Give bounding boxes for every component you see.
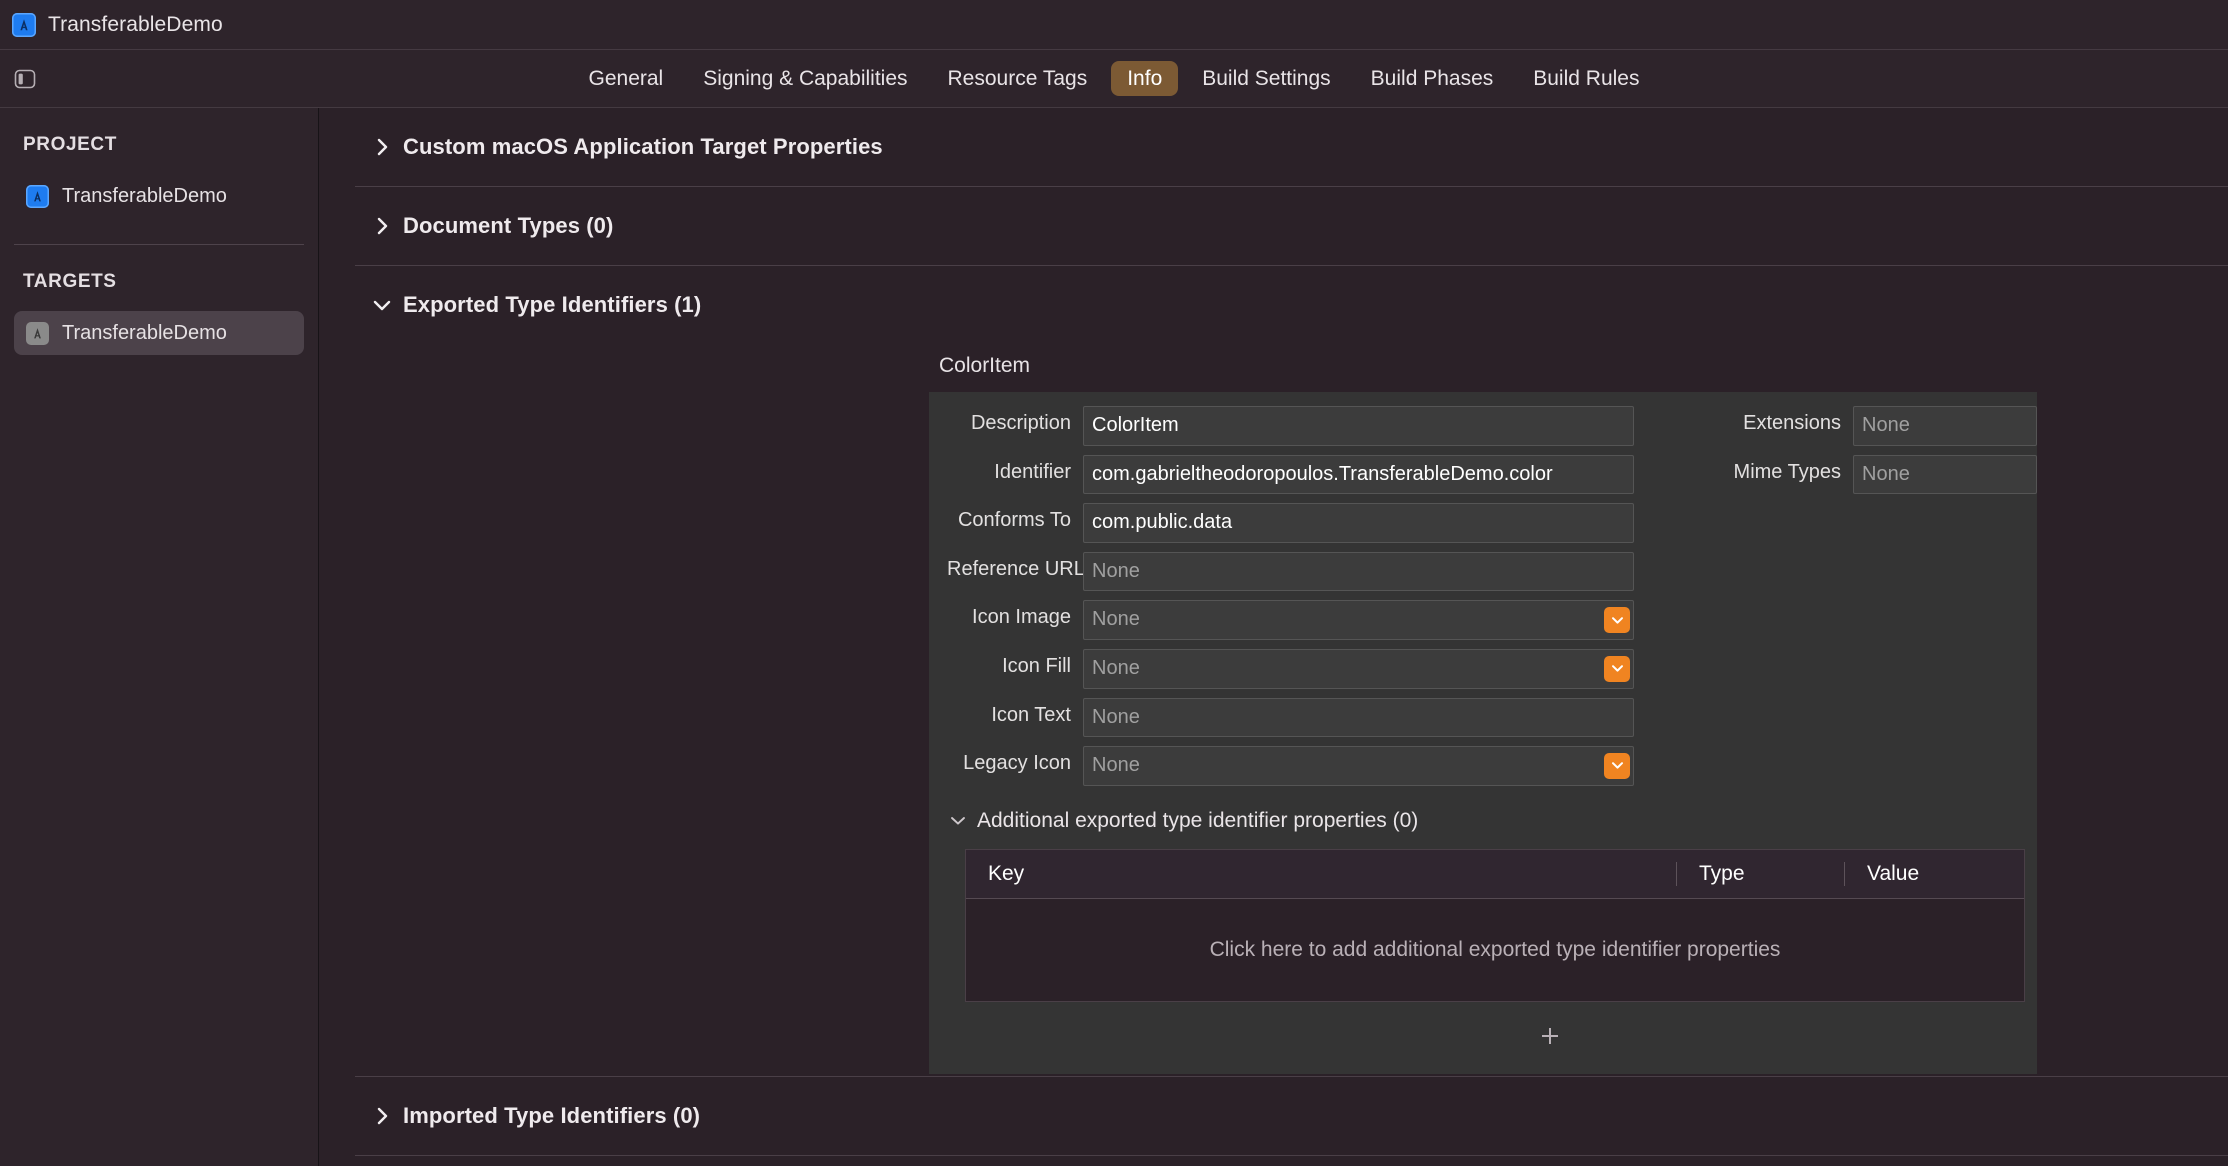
section-title: Exported Type Identifiers (1) bbox=[403, 292, 702, 317]
project-navigator-sidebar: PROJECT TransferableDemo TARGETS Transfe… bbox=[0, 108, 319, 1166]
field-extensions: Extensions None bbox=[1697, 406, 2037, 446]
info-editor-pane: Custom macOS Application Target Properti… bbox=[319, 108, 2228, 1166]
field-label: Conforms To bbox=[957, 509, 1071, 532]
field-label: Mime Types bbox=[1733, 460, 1841, 483]
field-control: None bbox=[1083, 746, 1634, 786]
field-icon-image: Icon Image None bbox=[929, 600, 1634, 640]
xcode-project-icon bbox=[26, 184, 49, 208]
identifier-input[interactable]: com.gabrieltheodoropoulos.TransferableDe… bbox=[1083, 454, 1634, 495]
field-control: None bbox=[1853, 406, 2037, 446]
chevron-down-icon[interactable] bbox=[947, 815, 969, 826]
section-title: Imported Type Identifiers (0) bbox=[403, 1102, 701, 1128]
chevron-right-icon[interactable] bbox=[371, 217, 393, 235]
section-imported-type-identifiers[interactable]: Imported Type Identifiers (0) bbox=[319, 1077, 2228, 1155]
field-control: None bbox=[1083, 551, 1634, 592]
table-empty-placeholder[interactable]: Click here to add additional exported ty… bbox=[966, 899, 2024, 1001]
section-title: Document Types (0) bbox=[403, 213, 614, 238]
chevron-down-icon[interactable] bbox=[1604, 655, 1630, 682]
editor-tab-bar: General Signing & Capabilities Resource … bbox=[0, 50, 2228, 108]
tab-list: General Signing & Capabilities Resource … bbox=[573, 61, 1656, 96]
icon-image-input[interactable]: None bbox=[1083, 600, 1634, 640]
section-separator bbox=[355, 1154, 2228, 1156]
window-title: TransferableDemo bbox=[48, 12, 223, 36]
tab-build-phases[interactable]: Build Phases bbox=[1355, 61, 1510, 96]
field-control: com.gabrieltheodoropoulos.TransferableDe… bbox=[1083, 454, 1634, 495]
tab-signing-capabilities[interactable]: Signing & Capabilities bbox=[687, 61, 923, 96]
sidebar-target-label: TransferableDemo bbox=[62, 321, 227, 344]
chevron-right-icon[interactable] bbox=[371, 138, 393, 156]
add-exported-type-row bbox=[929, 1008, 2037, 1064]
main-content-area: PROJECT TransferableDemo TARGETS Transfe… bbox=[0, 108, 2228, 1166]
column-header-key[interactable]: Key bbox=[966, 862, 1676, 886]
field-control: None bbox=[1853, 454, 2037, 495]
conforms-to-input[interactable]: com.public.data bbox=[1083, 503, 1634, 543]
extensions-input[interactable]: None bbox=[1853, 406, 2037, 446]
field-control: None bbox=[1083, 600, 1634, 640]
field-label: Legacy Icon bbox=[963, 752, 1071, 775]
field-mime-types: Mime Types None bbox=[1697, 454, 2037, 495]
additional-properties-title: Additional exported type identifier prop… bbox=[977, 808, 1419, 832]
tab-build-settings[interactable]: Build Settings bbox=[1186, 61, 1346, 96]
detail-column-left: Description ColorItem Identifier com.gab… bbox=[929, 406, 1634, 795]
tab-build-rules[interactable]: Build Rules bbox=[1517, 61, 1655, 96]
sidebar-item-target-transferabledemo[interactable]: TransferableDemo bbox=[14, 311, 304, 355]
exported-type-item-name: ColorItem bbox=[939, 354, 1031, 377]
section-document-types[interactable]: Document Types (0) bbox=[319, 187, 2228, 265]
field-icon-text: Icon Text None bbox=[929, 697, 1634, 738]
sidebar-project-label: TransferableDemo bbox=[62, 184, 227, 207]
field-identifier: Identifier com.gabrieltheodoropoulos.Tra… bbox=[929, 454, 1634, 495]
chevron-down-icon[interactable] bbox=[1604, 752, 1630, 779]
field-label: Identifier bbox=[994, 460, 1071, 483]
field-icon-fill: Icon Fill None bbox=[929, 648, 1634, 689]
exported-type-identifier-body: ColorItem Description ColorItem Identifi… bbox=[319, 344, 2228, 1076]
field-label: Reference URL bbox=[947, 557, 1085, 580]
field-label: Icon Image bbox=[972, 606, 1071, 629]
section-title: Custom macOS Application Target Properti… bbox=[403, 134, 883, 159]
tab-resource-tags[interactable]: Resource Tags bbox=[932, 61, 1104, 96]
sidebar-toggle-icon[interactable] bbox=[10, 65, 40, 93]
icon-text-input[interactable]: None bbox=[1083, 697, 1634, 738]
field-legacy-icon: Legacy Icon None bbox=[929, 746, 1634, 786]
plus-icon[interactable] bbox=[1536, 1022, 1564, 1050]
table-header-row: Key Type Value bbox=[966, 849, 2024, 899]
sidebar-project-header: PROJECT bbox=[23, 134, 117, 155]
sidebar-targets-header: TARGETS bbox=[23, 271, 117, 292]
legacy-icon-input[interactable]: None bbox=[1083, 746, 1634, 786]
field-label: Description bbox=[970, 412, 1071, 434]
field-conforms-to: Conforms To com.public.data bbox=[929, 503, 1634, 543]
section-custom-macos-application-target-properties[interactable]: Custom macOS Application Target Properti… bbox=[319, 108, 2228, 186]
section-exported-type-identifiers[interactable]: Exported Type Identifiers (1) bbox=[319, 266, 2228, 344]
field-label: Extensions bbox=[1743, 412, 1841, 434]
detail-columns: Description ColorItem Identifier com.gab… bbox=[929, 406, 2037, 795]
field-description: Description ColorItem bbox=[929, 406, 1634, 446]
exported-type-detail-card: Description ColorItem Identifier com.gab… bbox=[929, 392, 2037, 1074]
icon-fill-input[interactable]: None bbox=[1083, 648, 1634, 689]
description-input[interactable]: ColorItem bbox=[1083, 406, 1634, 446]
additional-properties-table: Key Type Value Click here to add additio… bbox=[965, 848, 2025, 1002]
column-header-value[interactable]: Value bbox=[1844, 861, 2024, 886]
tab-general[interactable]: General bbox=[573, 61, 680, 96]
field-control: None bbox=[1083, 648, 1634, 689]
tab-info[interactable]: Info bbox=[1111, 61, 1179, 96]
chevron-down-icon[interactable] bbox=[1604, 607, 1630, 634]
field-reference-url: Reference URL None bbox=[929, 551, 1634, 592]
field-control: com.public.data bbox=[1083, 503, 1634, 543]
xcode-app-icon bbox=[12, 12, 36, 37]
mime-types-input[interactable]: None bbox=[1853, 454, 2037, 495]
chevron-down-icon[interactable] bbox=[371, 299, 393, 312]
field-label: Icon Text bbox=[991, 703, 1071, 726]
field-label: Icon Fill bbox=[1002, 654, 1071, 677]
xcode-target-icon bbox=[26, 321, 49, 345]
additional-properties-header[interactable]: Additional exported type identifier prop… bbox=[929, 795, 2037, 843]
window-title-bar: TransferableDemo bbox=[0, 0, 2228, 50]
chevron-right-icon[interactable] bbox=[371, 1107, 393, 1125]
sidebar-item-project-transferabledemo[interactable]: TransferableDemo bbox=[14, 174, 304, 218]
detail-column-right: Extensions None Mime Types None bbox=[1634, 406, 2037, 795]
field-control: ColorItem bbox=[1083, 406, 1634, 446]
reference-url-input[interactable]: None bbox=[1083, 551, 1634, 592]
column-header-type[interactable]: Type bbox=[1676, 861, 1844, 886]
field-control: None bbox=[1083, 697, 1634, 738]
